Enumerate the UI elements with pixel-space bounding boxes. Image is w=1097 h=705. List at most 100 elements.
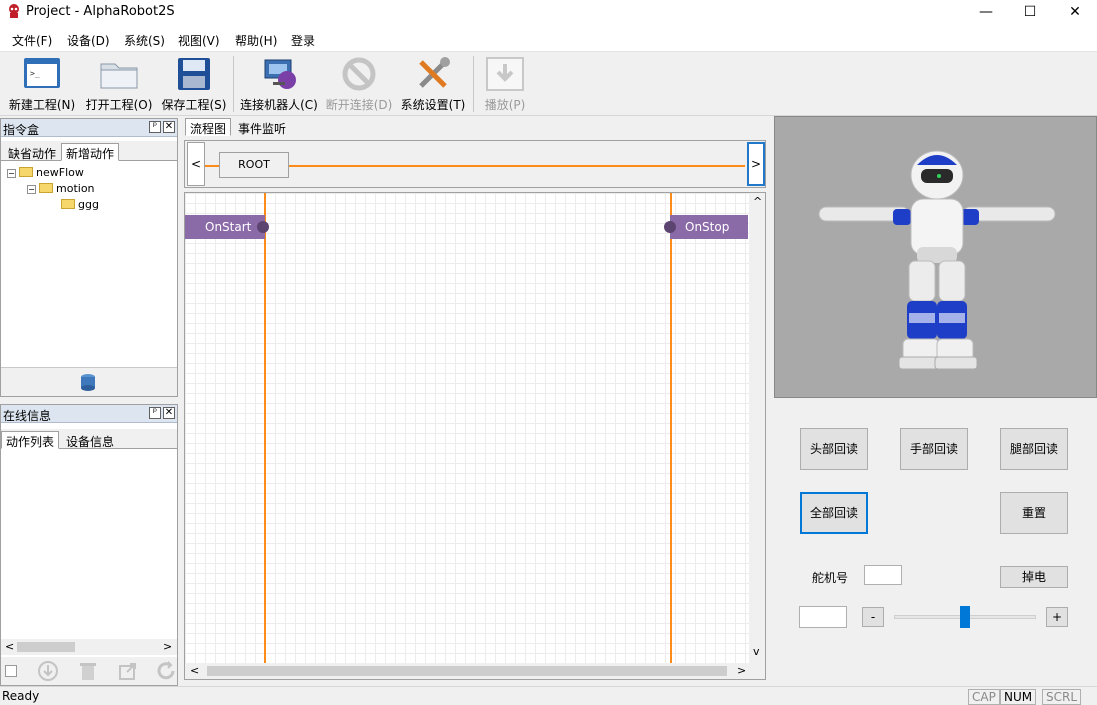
open-folder-icon <box>100 63 138 89</box>
power-off-button[interactable]: 掉电 <box>1000 566 1068 588</box>
scroll-up-arrow[interactable]: ^ <box>753 195 762 208</box>
trash-icon[interactable] <box>77 660 99 682</box>
svg-text:>_: >_ <box>30 69 40 78</box>
scroll-left-arrow[interactable]: < <box>190 664 199 677</box>
status-text: Ready <box>2 689 40 703</box>
wrench-tools-icon <box>419 57 450 88</box>
tab-event-listener[interactable]: 事件监听 <box>233 118 291 136</box>
scroll-thumb[interactable] <box>17 642 75 652</box>
tab-flowchart[interactable]: 流程图 <box>185 118 232 136</box>
tree-item-newflow[interactable]: − newFlow <box>7 166 84 179</box>
online-info-header: 在线信息 ᵖ ✕ <box>1 405 177 423</box>
pin-icon[interactable]: ᵖ <box>149 121 161 133</box>
window-title: Project - AlphaRobot2S <box>26 4 175 19</box>
scroll-left-arrow[interactable]: < <box>5 640 14 653</box>
start-timeline-line <box>264 193 266 663</box>
scroll-right-arrow[interactable]: > <box>163 640 172 653</box>
collapse-icon[interactable]: − <box>27 185 36 194</box>
root-node[interactable]: ROOT <box>219 152 289 178</box>
onstop-input-port[interactable] <box>664 221 676 233</box>
system-settings-button[interactable]: 系统设置(T) <box>398 56 468 114</box>
menu-help[interactable]: 帮助(H) <box>235 32 277 49</box>
robot-3d-viewport[interactable] <box>774 116 1097 398</box>
disconnect-button[interactable]: 断开连接(D) <box>324 56 394 114</box>
servo-angle-input[interactable] <box>799 606 847 628</box>
disconnect-icon <box>342 57 376 91</box>
database-icon[interactable] <box>78 372 98 392</box>
flowchart-canvas[interactable]: OnStart OnStop ^ v < > <box>184 192 766 680</box>
reset-button[interactable]: 重置 <box>1000 492 1068 534</box>
command-box-panel: 指令盒 ᵖ ✕ 缺省动作 新增动作 − newFlow − motion ggg <box>0 118 178 397</box>
folder-icon <box>61 199 75 209</box>
online-info-title: 在线信息 <box>3 409 52 423</box>
flow-breadcrumb-bar: < ROOT > <box>184 140 766 188</box>
head-readback-button[interactable]: 头部回读 <box>800 428 868 470</box>
command-box-header: 指令盒 ᵖ ✕ <box>1 119 177 137</box>
tab-action-list[interactable]: 动作列表 <box>1 431 60 449</box>
menu-login[interactable]: 登录 <box>291 32 315 49</box>
stop-timeline-line <box>670 193 672 663</box>
scroll-right-arrow[interactable]: > <box>737 664 746 677</box>
close-panel-icon[interactable]: ✕ <box>163 121 175 133</box>
num-lock-indicator: NUM <box>1000 689 1037 705</box>
maximize-button[interactable]: ☐ <box>1007 0 1053 26</box>
online-info-tabs: 动作列表 设备信息 <box>1 429 177 449</box>
select-all-checkbox[interactable] <box>5 665 17 677</box>
scroll-lock-indicator: SCRL <box>1042 689 1082 705</box>
decrease-button[interactable]: - <box>862 607 884 627</box>
menu-view[interactable]: 视图(V) <box>178 32 220 49</box>
pin-icon[interactable]: ᵖ <box>149 407 161 419</box>
hand-readback-button[interactable]: 手部回读 <box>900 428 968 470</box>
caps-lock-indicator: CAP <box>968 689 1000 705</box>
all-readback-button[interactable]: 全部回读 <box>800 492 868 534</box>
menu-file[interactable]: 文件(F) <box>12 32 52 49</box>
increase-button[interactable]: + <box>1046 607 1068 627</box>
new-project-button[interactable]: >_ 新建工程(N) <box>6 56 78 114</box>
collapse-icon[interactable]: − <box>7 169 16 178</box>
play-button[interactable]: 播放(P) <box>478 56 532 114</box>
canvas-vertical-scrollbar[interactable]: ^ v <box>749 193 765 663</box>
leg-readback-button[interactable]: 腿部回读 <box>1000 428 1068 470</box>
toolbar: >_ 新建工程(N) 打开工程(O) 保存工程(S) 连接机器人(C) 断开连接… <box>0 52 1097 116</box>
tab-device-info[interactable]: 设备信息 <box>61 431 119 449</box>
tab-new-actions[interactable]: 新增动作 <box>61 143 120 161</box>
robot-app-icon <box>9 4 19 18</box>
export-icon[interactable] <box>117 660 139 682</box>
tree-item-motion[interactable]: − motion <box>27 182 95 195</box>
online-info-panel: 在线信息 ᵖ ✕ 动作列表 设备信息 < > <box>0 404 178 686</box>
status-bar: Ready CAP NUM SCRL <box>0 686 1097 705</box>
flow-nav-left-button[interactable]: < <box>187 142 205 186</box>
menu-system[interactable]: 系统(S) <box>124 32 165 49</box>
folder-icon <box>39 183 53 193</box>
close-window-button[interactable]: ✕ <box>1052 0 1097 26</box>
folder-icon <box>19 167 33 177</box>
servo-number-input[interactable] <box>864 565 902 585</box>
flow-nav-right-button[interactable]: > <box>747 142 765 186</box>
robot-model-image <box>818 150 1056 370</box>
onstart-node[interactable]: OnStart <box>185 215 269 239</box>
servo-slider-thumb[interactable] <box>960 606 970 628</box>
onstart-output-port[interactable] <box>257 221 269 233</box>
onstop-node[interactable]: OnStop <box>664 215 748 239</box>
horizontal-scrollbar[interactable]: < > <box>1 639 177 655</box>
scroll-down-arrow[interactable]: v <box>753 645 760 658</box>
scroll-thumb[interactable] <box>207 666 727 676</box>
tab-default-actions[interactable]: 缺省动作 <box>3 143 61 161</box>
save-project-button[interactable]: 保存工程(S) <box>160 56 228 114</box>
new-project-label: 新建工程(N) <box>8 98 76 112</box>
tree-item-ggg[interactable]: ggg <box>61 198 99 211</box>
refresh-icon[interactable] <box>155 660 177 682</box>
minimize-button[interactable]: — <box>963 0 1009 26</box>
menu-device[interactable]: 设备(D) <box>67 32 110 49</box>
open-project-label: 打开工程(O) <box>85 98 153 112</box>
toolbar-separator <box>473 56 474 112</box>
close-panel-icon[interactable]: ✕ <box>163 407 175 419</box>
servo-number-label: 舵机号 <box>812 571 849 585</box>
command-box-tabs: 缺省动作 新增动作 <box>1 141 177 161</box>
download-icon[interactable] <box>37 660 59 682</box>
canvas-horizontal-scrollbar[interactable]: < > <box>185 663 765 679</box>
connect-robot-button[interactable]: 连接机器人(C) <box>238 56 320 114</box>
connect-robot-label: 连接机器人(C) <box>240 98 318 112</box>
new-project-icon: >_ <box>24 58 60 88</box>
open-project-button[interactable]: 打开工程(O) <box>83 56 155 114</box>
